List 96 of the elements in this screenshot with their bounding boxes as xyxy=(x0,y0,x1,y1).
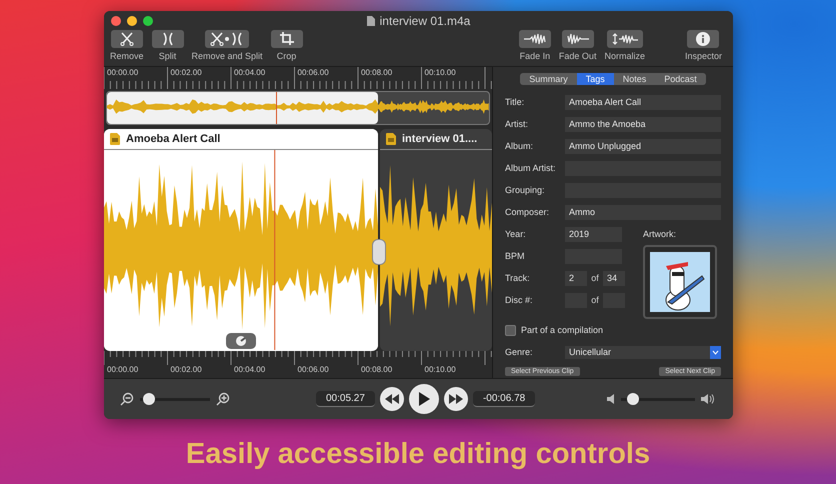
toolbar-label: Remove xyxy=(110,51,144,61)
speaker-high-icon xyxy=(701,394,715,404)
toolbar-button[interactable] xyxy=(606,30,643,48)
toolbar-button[interactable] xyxy=(205,30,250,48)
toolbar-button[interactable] xyxy=(687,30,720,48)
clip-title: Amoeba Alert Call xyxy=(126,133,220,145)
toolbar-button[interactable] xyxy=(562,30,594,48)
document-icon xyxy=(366,16,375,26)
field-label: Year: xyxy=(505,229,527,239)
time-label: 00:00.00 xyxy=(106,366,140,376)
toolbar-label: Split xyxy=(158,51,176,61)
toolbar-label: Inspector xyxy=(684,51,722,61)
rewind-icon xyxy=(384,394,399,404)
text-field[interactable]: 2 xyxy=(565,270,587,286)
time-label: 00:04.00 xyxy=(233,67,266,77)
audio-file-icon xyxy=(110,133,120,145)
time-label: 00:08.00 xyxy=(360,366,394,376)
toolbar-label: Fade Out xyxy=(558,51,596,61)
field-label: Composer: xyxy=(505,207,550,217)
text-field[interactable]: Ammo the Amoeba xyxy=(565,116,721,132)
toolbar-label: Normalize xyxy=(604,51,645,61)
checkbox[interactable] xyxy=(505,324,516,336)
time-label: 00:06.00 xyxy=(296,366,330,376)
text-field[interactable]: 2019 xyxy=(565,226,622,242)
toolbar-button[interactable] xyxy=(110,30,143,48)
info-icon xyxy=(696,32,710,46)
inspector-tab[interactable]: Tags xyxy=(576,73,614,85)
scissors-split-icon xyxy=(210,32,244,46)
close-button[interactable] xyxy=(111,16,121,26)
toolbar-label: Fade In xyxy=(520,51,550,61)
fade-out-icon xyxy=(566,33,589,45)
clip-header[interactable]: Amoeba Alert Call xyxy=(104,129,378,150)
crop-icon xyxy=(280,32,294,46)
time-label: 00:10.00 xyxy=(424,67,457,77)
caption: Easily accessible editing controls xyxy=(184,438,652,471)
time-label: 00:04.00 xyxy=(233,366,266,376)
time-label: 00:02.00 xyxy=(170,366,203,376)
text-field[interactable]: Amoeba Alert Call xyxy=(565,94,721,110)
field-label: Grouping: xyxy=(505,185,546,195)
field-label: Album Artist: xyxy=(505,163,557,173)
play-icon xyxy=(418,392,430,406)
time-label: 00:00.00 xyxy=(106,67,140,77)
slider-thumb[interactable] xyxy=(142,393,155,405)
split-handle[interactable] xyxy=(372,239,386,265)
text-field[interactable]: Ammo Unplugged xyxy=(565,138,721,154)
toolbar-label: Remove and Split xyxy=(192,51,263,61)
zoom-knob[interactable] xyxy=(226,333,256,349)
field-label: Artwork: xyxy=(643,228,678,241)
inspector-tab[interactable]: Podcast xyxy=(655,73,706,85)
fade-in-icon xyxy=(524,33,546,45)
toolbar-button[interactable] xyxy=(518,30,551,48)
field-label: Title: xyxy=(505,97,526,107)
slider-thumb[interactable] xyxy=(627,393,640,405)
inspector-tab[interactable]: Summary xyxy=(520,73,577,85)
text-field[interactable]: Ammo xyxy=(565,204,721,220)
of-label: of xyxy=(590,273,600,283)
minimize-button[interactable] xyxy=(127,16,137,26)
zoom-button[interactable] xyxy=(143,16,153,26)
clip-title: interview 01.... xyxy=(402,133,478,145)
inspector-tab[interactable]: Notes xyxy=(614,73,656,85)
remaining-time: -00:06.78 xyxy=(472,391,536,407)
time-label: 00:08.00 xyxy=(360,67,394,77)
fast-forward-icon xyxy=(448,394,463,404)
field-label: Album: xyxy=(505,141,534,151)
field-label: Disc #: xyxy=(505,295,534,305)
text-field[interactable]: 34 xyxy=(603,270,625,286)
chevron-icon xyxy=(712,350,719,354)
genre-dropdown[interactable]: Unicellular xyxy=(565,346,721,358)
field-label: Track: xyxy=(505,273,531,283)
scissors-icon xyxy=(120,32,134,46)
audio-file-icon xyxy=(386,133,396,145)
time-label: 00:02.00 xyxy=(170,67,203,77)
window-title: interview 01.m4a xyxy=(380,14,470,28)
overview-strip[interactable] xyxy=(106,91,490,125)
of-label: of xyxy=(590,295,600,305)
clip-header[interactable]: interview 01.... xyxy=(380,129,492,150)
play-button[interactable] xyxy=(408,384,439,414)
current-time: 00:05.27 xyxy=(316,391,375,407)
field-label: Genre: xyxy=(505,347,534,357)
zoom-in-icon[interactable] xyxy=(216,392,230,406)
checkbox-label: Part of a compilation xyxy=(521,325,604,335)
toolbar-button[interactable] xyxy=(152,30,184,48)
time-label: 00:10.00 xyxy=(424,366,457,376)
field-label: BPM xyxy=(505,251,526,261)
artwork-well[interactable] xyxy=(643,245,717,319)
zoom-out-icon[interactable] xyxy=(120,392,134,406)
toolbar-button[interactable] xyxy=(270,30,303,48)
toolbar-label: Crop xyxy=(276,51,296,61)
cartoon-artwork-drawing xyxy=(650,252,710,312)
rewind-button[interactable] xyxy=(380,387,404,411)
split-icon xyxy=(162,32,174,46)
field-label: Artist: xyxy=(505,119,530,129)
fast-forward-button[interactable] xyxy=(444,387,468,411)
time-label: 00:06.00 xyxy=(296,67,330,77)
speaker-low-icon xyxy=(607,394,615,404)
normalize-icon xyxy=(612,33,638,45)
